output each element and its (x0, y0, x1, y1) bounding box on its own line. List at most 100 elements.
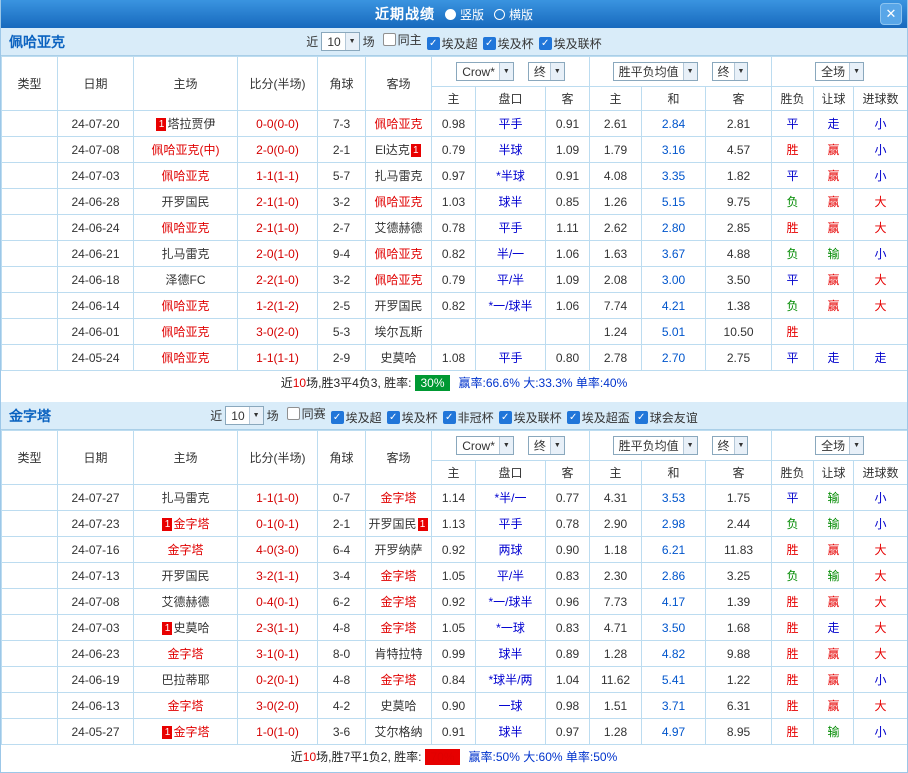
home-team[interactable]: 金字塔 (133, 692, 238, 719)
match-score[interactable]: 0-4(0-1) (237, 588, 318, 615)
match-score[interactable]: 2-0(0-0) (237, 136, 318, 163)
home-team[interactable]: 开罗国民 (133, 188, 238, 215)
away-team[interactable]: 佩哈亚克 (365, 188, 432, 215)
home-team[interactable]: 扎马雷克 (133, 240, 238, 267)
recent-count-select[interactable]: 10 ▼ (225, 406, 264, 425)
match-score[interactable]: 3-1(0-1) (237, 640, 318, 667)
away-team[interactable]: 肯特拉特 (365, 640, 432, 667)
home-team[interactable]: 1 史莫哈 (133, 614, 238, 641)
match-score[interactable]: 1-2(1-2) (237, 292, 318, 319)
match-score[interactable]: 2-0(1-0) (237, 240, 318, 267)
bookmaker-select[interactable]: Crow* ▼ (456, 436, 514, 455)
match-score[interactable]: 3-0(2-0) (237, 318, 318, 345)
avg-select[interactable]: 胜平负均值 ▼ (612, 436, 698, 455)
away-team[interactable]: 佩哈亚克 (365, 110, 432, 137)
filter-option-埃及联杯[interactable]: ✓ 埃及联杯 (498, 409, 562, 426)
match-score[interactable]: 0-2(0-1) (237, 666, 318, 693)
radio-icon[interactable] (494, 8, 505, 20)
home-team[interactable]: 泽德FC (133, 266, 238, 293)
match-score[interactable]: 2-1(1-0) (237, 214, 318, 241)
home-team[interactable]: 金字塔 (133, 536, 238, 563)
filter-option-球会友谊[interactable]: ✓ 球会友谊 (634, 409, 698, 426)
filter-option-埃及杯[interactable]: ✓ 埃及杯 (482, 35, 534, 52)
checkbox-checked-icon[interactable]: ✓ (538, 37, 552, 50)
avg-final-select[interactable]: 终 ▼ (711, 62, 749, 81)
away-team[interactable]: 埃尔瓦斯 (365, 318, 432, 345)
away-team[interactable]: 佩哈亚克 (365, 266, 432, 293)
filter-option-埃及超[interactable]: ✓ 埃及超 (330, 409, 382, 426)
filter-option-埃及杯[interactable]: ✓ 埃及杯 (386, 409, 438, 426)
bookmaker-select[interactable]: Crow* ▼ (456, 62, 514, 81)
filter-option-埃及超[interactable]: ✓ 埃及超 (426, 35, 478, 52)
scope-select[interactable]: 全场 ▼ (815, 436, 865, 455)
filter-option-埃及超盃[interactable]: ✓ 埃及超盃 (566, 409, 630, 426)
match-score[interactable]: 0-1(0-1) (237, 510, 318, 537)
checkbox-checked-icon[interactable]: ✓ (386, 411, 400, 424)
filter-option-同主[interactable]: 同主 (382, 31, 422, 48)
away-team[interactable]: 开罗纳萨 (365, 536, 432, 563)
away-team[interactable]: 扎马雷克 (365, 162, 432, 189)
checkbox-checked-icon[interactable]: ✓ (498, 411, 512, 424)
away-team[interactable]: 金字塔 (365, 588, 432, 615)
match-score[interactable]: 1-0(1-0) (237, 718, 318, 745)
home-team[interactable]: 佩哈亚克 (133, 344, 238, 371)
checkbox-checked-icon[interactable]: ✓ (330, 411, 344, 424)
checkbox-unchecked-icon[interactable] (286, 407, 300, 420)
away-team[interactable]: 艾德赫德 (365, 214, 432, 241)
filter-option-同赛[interactable]: 同赛 (286, 405, 326, 422)
match-score[interactable]: 1-1(1-1) (237, 162, 318, 189)
home-team[interactable]: 扎马雷克 (133, 484, 238, 511)
radio-horizontal-layout[interactable]: 横版 (494, 6, 533, 23)
home-team[interactable]: 佩哈亚克 (133, 318, 238, 345)
filter-option-非冠杯[interactable]: ✓ 非冠杯 (442, 409, 494, 426)
match-score[interactable]: 3-0(2-0) (237, 692, 318, 719)
match-score[interactable]: 3-2(1-1) (237, 562, 318, 589)
checkbox-checked-icon[interactable]: ✓ (482, 37, 496, 50)
checkbox-checked-icon[interactable]: ✓ (426, 37, 440, 50)
away-team[interactable]: 金字塔 (365, 614, 432, 641)
home-team[interactable]: 巴拉蒂耶 (133, 666, 238, 693)
match-score[interactable]: 1-1(1-0) (237, 484, 318, 511)
away-team[interactable]: 金字塔 (365, 562, 432, 589)
match-score[interactable]: 4-0(3-0) (237, 536, 318, 563)
away-team[interactable]: 史莫哈 (365, 344, 432, 371)
checkbox-checked-icon[interactable]: ✓ (566, 411, 580, 424)
away-team[interactable]: 佩哈亚克 (365, 240, 432, 267)
away-team[interactable]: El达克 1 (365, 136, 432, 163)
odds-final-select[interactable]: 终 ▼ (527, 62, 565, 81)
scope-select[interactable]: 全场 ▼ (815, 62, 865, 81)
home-team[interactable]: 1 金字塔 (133, 718, 238, 745)
away-team[interactable]: 金字塔 (365, 666, 432, 693)
radio-vertical-layout[interactable]: 竖版 (444, 6, 484, 23)
home-team[interactable]: 1 塔拉贾伊 (133, 110, 238, 137)
home-team[interactable]: 艾德赫德 (133, 588, 238, 615)
close-icon[interactable]: ✕ (880, 3, 902, 25)
match-score[interactable]: 0-0(0-0) (237, 110, 318, 137)
checkbox-checked-icon[interactable]: ✓ (442, 411, 456, 424)
scope-header-cell: 全场 ▼ (771, 430, 907, 461)
checkbox-checked-icon[interactable]: ✓ (634, 411, 648, 424)
avg-final-select[interactable]: 终 ▼ (711, 436, 749, 455)
home-team[interactable]: 佩哈亚克 (133, 214, 238, 241)
odds-final-select[interactable]: 终 ▼ (527, 436, 565, 455)
home-team[interactable]: 1 金字塔 (133, 510, 238, 537)
away-team[interactable]: 艾尔格纳 (365, 718, 432, 745)
home-team[interactable]: 佩哈亚克 (133, 292, 238, 319)
away-team[interactable]: 史莫哈 (365, 692, 432, 719)
match-score[interactable]: 2-3(1-1) (237, 614, 318, 641)
home-team[interactable]: 金字塔 (133, 640, 238, 667)
home-team[interactable]: 佩哈亚克(中) (133, 136, 238, 163)
recent-count-select[interactable]: 10 ▼ (321, 32, 360, 51)
away-team[interactable]: 开罗国民 (365, 292, 432, 319)
filter-option-埃及联杯[interactable]: ✓ 埃及联杯 (538, 35, 602, 52)
checkbox-unchecked-icon[interactable] (382, 33, 396, 46)
match-score[interactable]: 2-1(1-0) (237, 188, 318, 215)
away-team[interactable]: 开罗国民 1 (365, 510, 432, 537)
radio-icon[interactable] (444, 8, 456, 20)
avg-select[interactable]: 胜平负均值 ▼ (612, 62, 698, 81)
home-team[interactable]: 开罗国民 (133, 562, 238, 589)
home-team[interactable]: 佩哈亚克 (133, 162, 238, 189)
match-score[interactable]: 1-1(1-1) (237, 344, 318, 371)
match-score[interactable]: 2-2(1-0) (237, 266, 318, 293)
away-team[interactable]: 金字塔 (365, 484, 432, 511)
